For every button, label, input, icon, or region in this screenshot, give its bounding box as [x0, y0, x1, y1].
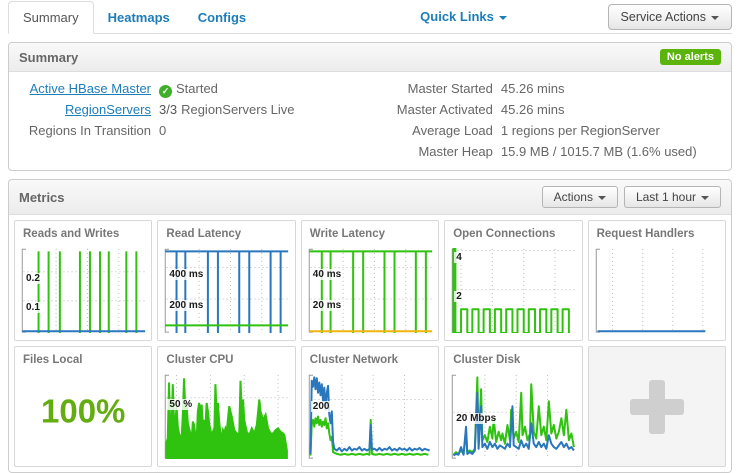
master-heap-value: 15.9 MB / 1015.7 MB (1.6% used) [501, 141, 697, 162]
widget-title: Cluster Disk [445, 347, 581, 368]
metric-widget-files-local[interactable]: Files Local 100% [14, 346, 152, 467]
summary-row-master-heap: Master Heap 15.9 MB / 1015.7 MB (1.6% us… [335, 141, 721, 162]
status-started-icon: ✓ [159, 85, 172, 98]
master-started-value: 45.26 mins [501, 78, 565, 99]
reads-and-writes-chart: 0.20.1 [21, 248, 146, 333]
tab-configs[interactable]: Configs [184, 2, 260, 33]
write-latency-chart: 40 ms20 ms [308, 248, 433, 333]
cluster-cpu-chart: 50 % [164, 374, 289, 459]
master-status-value: Started [176, 81, 218, 96]
master-activated-label: Master Activated [335, 99, 493, 120]
files-local-value: 100% [15, 392, 151, 430]
widget-title: Open Connections [445, 221, 581, 242]
summary-body: Active HBase Master ✓ Started RegionServe… [9, 72, 731, 170]
hbase-service-dashboard: Summary Heatmaps Configs Quick Links Ser… [0, 0, 740, 473]
metric-widget-request-handlers[interactable]: Request Handlers [588, 220, 726, 341]
metrics-panel-title: Metrics [19, 190, 65, 205]
regionservers-live-count: 3/3 [159, 102, 177, 117]
metrics-header-buttons: Actions Last 1 hour [536, 186, 721, 208]
tab-heatmaps[interactable]: Heatmaps [94, 2, 184, 33]
metric-widget-read-latency[interactable]: Read Latency 400 ms200 ms [157, 220, 295, 341]
plus-icon [630, 380, 684, 434]
widget-title: Cluster Network [302, 347, 438, 368]
regionservers-link[interactable]: RegionServers [65, 102, 151, 117]
metric-widget-cluster-network[interactable]: Cluster Network 200 [301, 346, 439, 467]
summary-row-master-activated: Master Activated 45.26 mins [335, 99, 721, 120]
time-range-button[interactable]: Last 1 hour [624, 186, 721, 208]
widget-title: Cluster CPU [158, 347, 294, 368]
request-handlers-chart [595, 248, 720, 333]
summary-row-regions-in-transition: Regions In Transition 0 [19, 120, 335, 141]
average-load-value: 1 regions per RegionServer [501, 120, 660, 141]
regions-in-transition-label: Regions In Transition [19, 120, 151, 141]
quick-links-label: Quick Links [420, 9, 494, 24]
chevron-down-icon [711, 16, 719, 20]
master-activated-value: 45.26 mins [501, 99, 565, 120]
actions-button[interactable]: Actions [542, 186, 618, 208]
widget-title: Files Local [15, 347, 151, 368]
add-widget-button[interactable] [588, 346, 726, 467]
chevron-down-icon [598, 196, 606, 200]
summary-row-master-started: Master Started 45.26 mins [335, 78, 721, 99]
summary-row-average-load: Average Load 1 regions per RegionServer [335, 120, 721, 141]
summary-left-column: Active HBase Master ✓ Started RegionServe… [19, 78, 335, 162]
metrics-panel: Metrics Actions Last 1 hour Reads and Wr… [8, 179, 732, 473]
metrics-panel-header: Metrics Actions Last 1 hour [9, 180, 731, 215]
active-hbase-master-link[interactable]: Active HBase Master [30, 81, 151, 96]
metric-widget-reads-and-writes[interactable]: Reads and Writes 0.20.1 [14, 220, 152, 341]
summary-row-regionservers: RegionServers 3/3 RegionServers Live [19, 99, 335, 120]
summary-panel-header: Summary No alerts [9, 43, 731, 72]
widget-title: Reads and Writes [15, 221, 151, 242]
metric-widget-cluster-disk[interactable]: Cluster Disk 20 Mbps [444, 346, 582, 467]
chevron-down-icon [499, 16, 507, 20]
regions-in-transition-value: 0 [159, 120, 166, 141]
service-actions-label: Service Actions [621, 10, 706, 24]
metric-widget-cluster-cpu[interactable]: Cluster CPU 50 % [157, 346, 295, 467]
master-started-label: Master Started [335, 78, 493, 99]
actions-label: Actions [554, 190, 593, 204]
tab-summary[interactable]: Summary [8, 1, 94, 34]
time-range-label: Last 1 hour [636, 190, 696, 204]
metrics-widget-grid: Reads and Writes 0.20.1 Read Latency 400… [9, 215, 731, 472]
average-load-label: Average Load [335, 120, 493, 141]
chevron-down-icon [701, 196, 709, 200]
metric-widget-open-connections[interactable]: Open Connections 42 [444, 220, 582, 341]
widget-title: Request Handlers [589, 221, 725, 242]
no-alerts-badge[interactable]: No alerts [660, 49, 721, 65]
summary-row-active-master: Active HBase Master ✓ Started [19, 78, 335, 99]
cluster-network-chart: 200 [308, 374, 433, 459]
read-latency-chart: 400 ms200 ms [164, 248, 289, 333]
cluster-disk-chart: 20 Mbps [451, 374, 576, 459]
tab-bar: Summary Heatmaps Configs Quick Links Ser… [8, 0, 732, 34]
widget-title: Write Latency [302, 221, 438, 242]
quick-links-dropdown[interactable]: Quick Links [420, 9, 507, 24]
widget-title: Read Latency [158, 221, 294, 242]
summary-right-column: Master Started 45.26 mins Master Activat… [335, 78, 721, 162]
service-actions-button[interactable]: Service Actions [608, 4, 732, 30]
open-connections-chart: 42 [451, 248, 576, 333]
regionservers-live-label: RegionServers Live [181, 102, 294, 117]
master-heap-label: Master Heap [335, 141, 493, 162]
summary-panel: Summary No alerts Active HBase Master ✓ S… [8, 42, 732, 171]
summary-panel-title: Summary [19, 50, 78, 65]
metric-widget-write-latency[interactable]: Write Latency 40 ms20 ms [301, 220, 439, 341]
